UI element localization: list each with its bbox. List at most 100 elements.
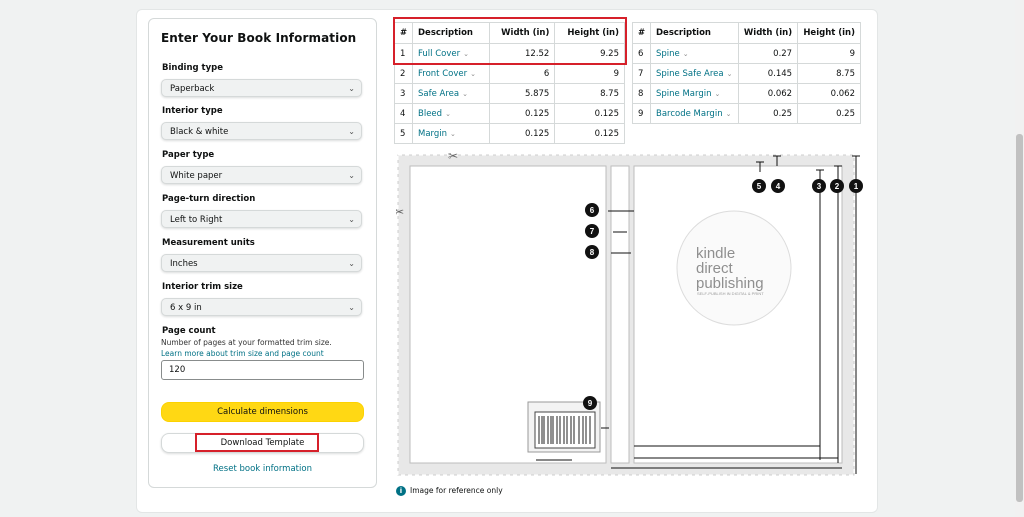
row-num: 6 [632,43,651,64]
row-desc-text: Margin [418,128,448,139]
row-desc-text: Safe Area [418,88,460,99]
row-num: 9 [632,103,651,124]
marker-1-label: 1 [854,182,859,191]
reference-note: i Image for reference only [396,486,503,496]
page-turn-select[interactable]: Left to Right ⌄ [161,210,362,228]
logo-tagline: SELF-PUBLISH IN DIGITAL & PRINT [697,291,764,296]
row-desc[interactable]: Spine Margin ⌄ [650,83,739,104]
table-row: 8 Spine Margin ⌄ 0.062 0.062 [632,83,861,104]
calculate-dimensions-button[interactable]: Calculate dimensions [161,402,364,422]
row-height: 8.75 [554,83,625,104]
col-desc-header: Description [650,22,739,44]
table-row: 1 Full Cover ⌄ 12.52 9.25 [394,43,625,64]
row-height: 0.125 [554,123,625,144]
row-width: 0.145 [737,63,799,84]
table-header-row: # Description Width (in) Height (in) [394,22,625,44]
scissors-icon: ✂ [396,205,404,219]
row-desc-text: Full Cover [418,48,461,59]
page-scrollbar[interactable] [1015,0,1024,517]
chevron-down-icon: ⌄ [462,89,468,98]
chevron-down-icon: ⌄ [445,109,451,118]
row-height: 0.25 [797,103,861,124]
chevron-down-icon: ⌄ [348,171,355,180]
row-desc[interactable]: Spine ⌄ [650,43,739,64]
col-num-header: # [394,22,413,44]
row-height: 0.125 [554,103,625,124]
table-row: 9 Barcode Margin ⌄ 0.25 0.25 [632,103,861,124]
page-count-label: Page count [162,326,216,336]
measurement-units-value: Inches [170,259,198,269]
row-desc-text: Spine Safe Area [656,68,724,79]
col-height-header: Height (in) [797,22,861,44]
chevron-down-icon: ⌄ [348,259,355,268]
row-desc[interactable]: Barcode Margin ⌄ [650,103,739,124]
measurement-units-select[interactable]: Inches ⌄ [161,254,362,272]
row-width: 6 [488,63,556,84]
row-num: 8 [632,83,651,104]
col-desc-header: Description [412,22,490,44]
row-desc[interactable]: Bleed ⌄ [412,103,490,124]
info-icon: i [396,486,406,496]
paper-type-label: Paper type [162,150,215,160]
row-num: 4 [394,103,413,124]
row-num: 2 [394,63,413,84]
book-info-form: Enter Your Book Information Binding type… [148,18,377,488]
chevron-down-icon: ⌄ [348,127,355,136]
row-height: 9 [554,63,625,84]
chevron-down-icon: ⌄ [682,49,689,58]
row-desc-text: Bleed [418,108,443,119]
row-desc-text: Spine [656,48,680,59]
row-desc[interactable]: Safe Area ⌄ [412,83,490,104]
download-template-button[interactable]: Download Template [161,433,364,453]
row-desc[interactable]: Spine Safe Area ⌄ [650,63,739,84]
row-width: 5.875 [488,83,556,104]
trim-size-value: 6 x 9 in [170,303,202,313]
row-height: 0.062 [797,83,861,104]
scissors-icon: ✂ [448,150,458,163]
interior-type-select[interactable]: Black & white ⌄ [161,122,362,140]
dimensions-table-right: # Description Width (in) Height (in) 6 S… [632,22,861,124]
chevron-down-icon: ⌄ [714,89,721,98]
marker-2-label: 2 [835,182,840,191]
chevron-down-icon: ⌄ [726,69,733,78]
col-width-header: Width (in) [488,22,556,44]
page-turn-value: Left to Right [170,215,223,225]
row-num: 1 [394,43,413,64]
row-desc-text: Spine Margin [656,88,712,99]
binding-type-select[interactable]: Paperback ⌄ [161,79,362,97]
trim-size-label: Interior trim size [162,282,243,292]
page-turn-label: Page-turn direction [162,194,256,204]
page-count-input[interactable]: 120 [161,360,364,380]
row-desc[interactable]: Margin ⌄ [412,123,490,144]
measurement-units-label: Measurement units [162,238,255,248]
chevron-down-icon: ⌄ [725,109,732,118]
row-desc[interactable]: Full Cover ⌄ [412,43,490,64]
table-row: 6 Spine ⌄ 0.27 9 [632,43,861,64]
row-width: 0.27 [737,43,799,64]
chevron-down-icon: ⌄ [463,49,470,58]
row-height: 8.75 [797,63,861,84]
table-row: 7 Spine Safe Area ⌄ 0.145 8.75 [632,63,861,84]
trim-size-select[interactable]: 6 x 9 in ⌄ [161,298,362,316]
reset-book-info-link[interactable]: Reset book information [149,464,376,474]
col-height-header: Height (in) [554,22,625,44]
chevron-down-icon: ⌄ [470,69,476,78]
col-width-header: Width (in) [737,22,799,44]
row-desc[interactable]: Front Cover ⌄ [412,63,490,84]
form-title: Enter Your Book Information [161,31,357,45]
marker-7-label: 7 [590,227,595,236]
logo-publishing: publishing [696,275,764,292]
marker-4-label: 4 [776,182,781,191]
marker-9-label: 9 [588,399,593,408]
marker-6-label: 6 [590,206,595,215]
chevron-down-icon: ⌄ [348,84,355,93]
row-width: 0.062 [737,83,799,104]
interior-type-value: Black & white [170,127,229,137]
interior-type-label: Interior type [162,106,223,116]
paper-type-select[interactable]: White paper ⌄ [161,166,362,184]
scrollbar-thumb[interactable] [1016,134,1023,502]
trim-size-help-link[interactable]: Learn more about trim size and page coun… [161,349,324,358]
table-row: 4 Bleed ⌄ 0.125 0.125 [394,103,625,124]
table-row: 2 Front Cover ⌄ 6 9 [394,63,625,84]
row-num: 7 [632,63,651,84]
